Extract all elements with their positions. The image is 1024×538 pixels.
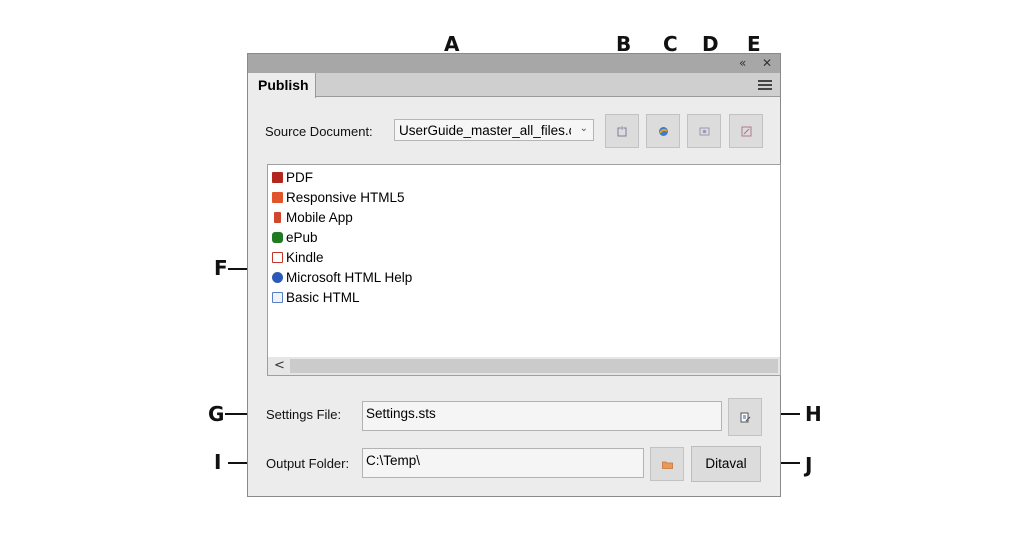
basic-html-icon	[272, 292, 283, 303]
source-document-dropdown[interactable]: UserGuide_master_all_files.c ⌄	[394, 119, 594, 141]
add-output-button[interactable]	[605, 114, 639, 148]
generate-icon	[659, 127, 668, 136]
source-document-label: Source Document:	[265, 124, 373, 139]
horizontal-scrollbar[interactable]: <	[268, 357, 780, 375]
callout-j: J	[805, 453, 813, 477]
pdf-icon	[272, 172, 283, 183]
html5-icon	[272, 192, 283, 203]
list-item-mobile-app[interactable]: Mobile App	[272, 209, 353, 227]
list-item-responsive-html5[interactable]: Responsive HTML5	[272, 189, 405, 207]
settings-edit-icon	[740, 412, 751, 423]
chevron-down-icon: ⌄	[579, 123, 588, 134]
callout-c: C	[663, 32, 678, 56]
publish-panel: « ✕ Publish Source Document: UserGuide_m…	[247, 53, 781, 497]
panel-titlebar: « ✕	[248, 54, 780, 73]
callout-g: G	[208, 402, 225, 426]
browse-settings-button[interactable]	[728, 398, 762, 436]
source-document-value: UserGuide_master_all_files.c	[399, 123, 571, 138]
epub-icon	[272, 232, 283, 243]
ditaval-button[interactable]: Ditaval	[691, 446, 761, 482]
settings-file-field[interactable]: Settings.sts	[362, 401, 722, 431]
tab-publish[interactable]: Publish	[248, 73, 316, 98]
callout-f: F	[214, 256, 228, 280]
close-icon[interactable]: ✕	[762, 55, 772, 71]
callout-a: A	[444, 32, 460, 56]
scrollbar-thumb[interactable]	[290, 359, 778, 373]
list-item-kindle[interactable]: Kindle	[272, 249, 324, 267]
output-folder-label: Output Folder:	[266, 456, 350, 471]
add-output-icon	[617, 126, 627, 137]
view-output-button[interactable]	[687, 114, 721, 148]
callout-d: D	[702, 32, 719, 56]
callout-b: B	[616, 32, 632, 56]
collapse-icon[interactable]: «	[739, 55, 746, 71]
edit-settings-icon	[741, 126, 752, 137]
tab-strip: Publish	[248, 73, 780, 98]
browse-folder-button[interactable]	[650, 447, 684, 481]
callout-i: I	[214, 450, 222, 474]
generate-button[interactable]	[646, 114, 680, 148]
output-folder-field[interactable]: C:\Temp\	[362, 448, 644, 478]
settings-file-label: Settings File:	[266, 407, 342, 422]
chm-icon	[272, 272, 283, 283]
mobile-app-icon	[274, 212, 281, 223]
callout-e: E	[747, 32, 761, 56]
panel-menu-icon[interactable]	[758, 80, 772, 91]
scroll-left-icon[interactable]: <	[274, 358, 285, 373]
list-item-epub[interactable]: ePub	[272, 229, 318, 247]
list-item-microsoft-html-help[interactable]: Microsoft HTML Help	[272, 269, 412, 287]
edit-settings-button[interactable]	[729, 114, 763, 148]
folder-icon	[662, 461, 673, 469]
view-output-icon	[699, 127, 710, 136]
kindle-icon	[272, 252, 283, 263]
callout-h: H	[805, 402, 822, 426]
list-item-pdf[interactable]: PDF	[272, 169, 313, 187]
output-list[interactable]: PDF Responsive HTML5 Mobile App ePub Kin…	[267, 164, 781, 376]
list-item-basic-html[interactable]: Basic HTML	[272, 289, 360, 307]
